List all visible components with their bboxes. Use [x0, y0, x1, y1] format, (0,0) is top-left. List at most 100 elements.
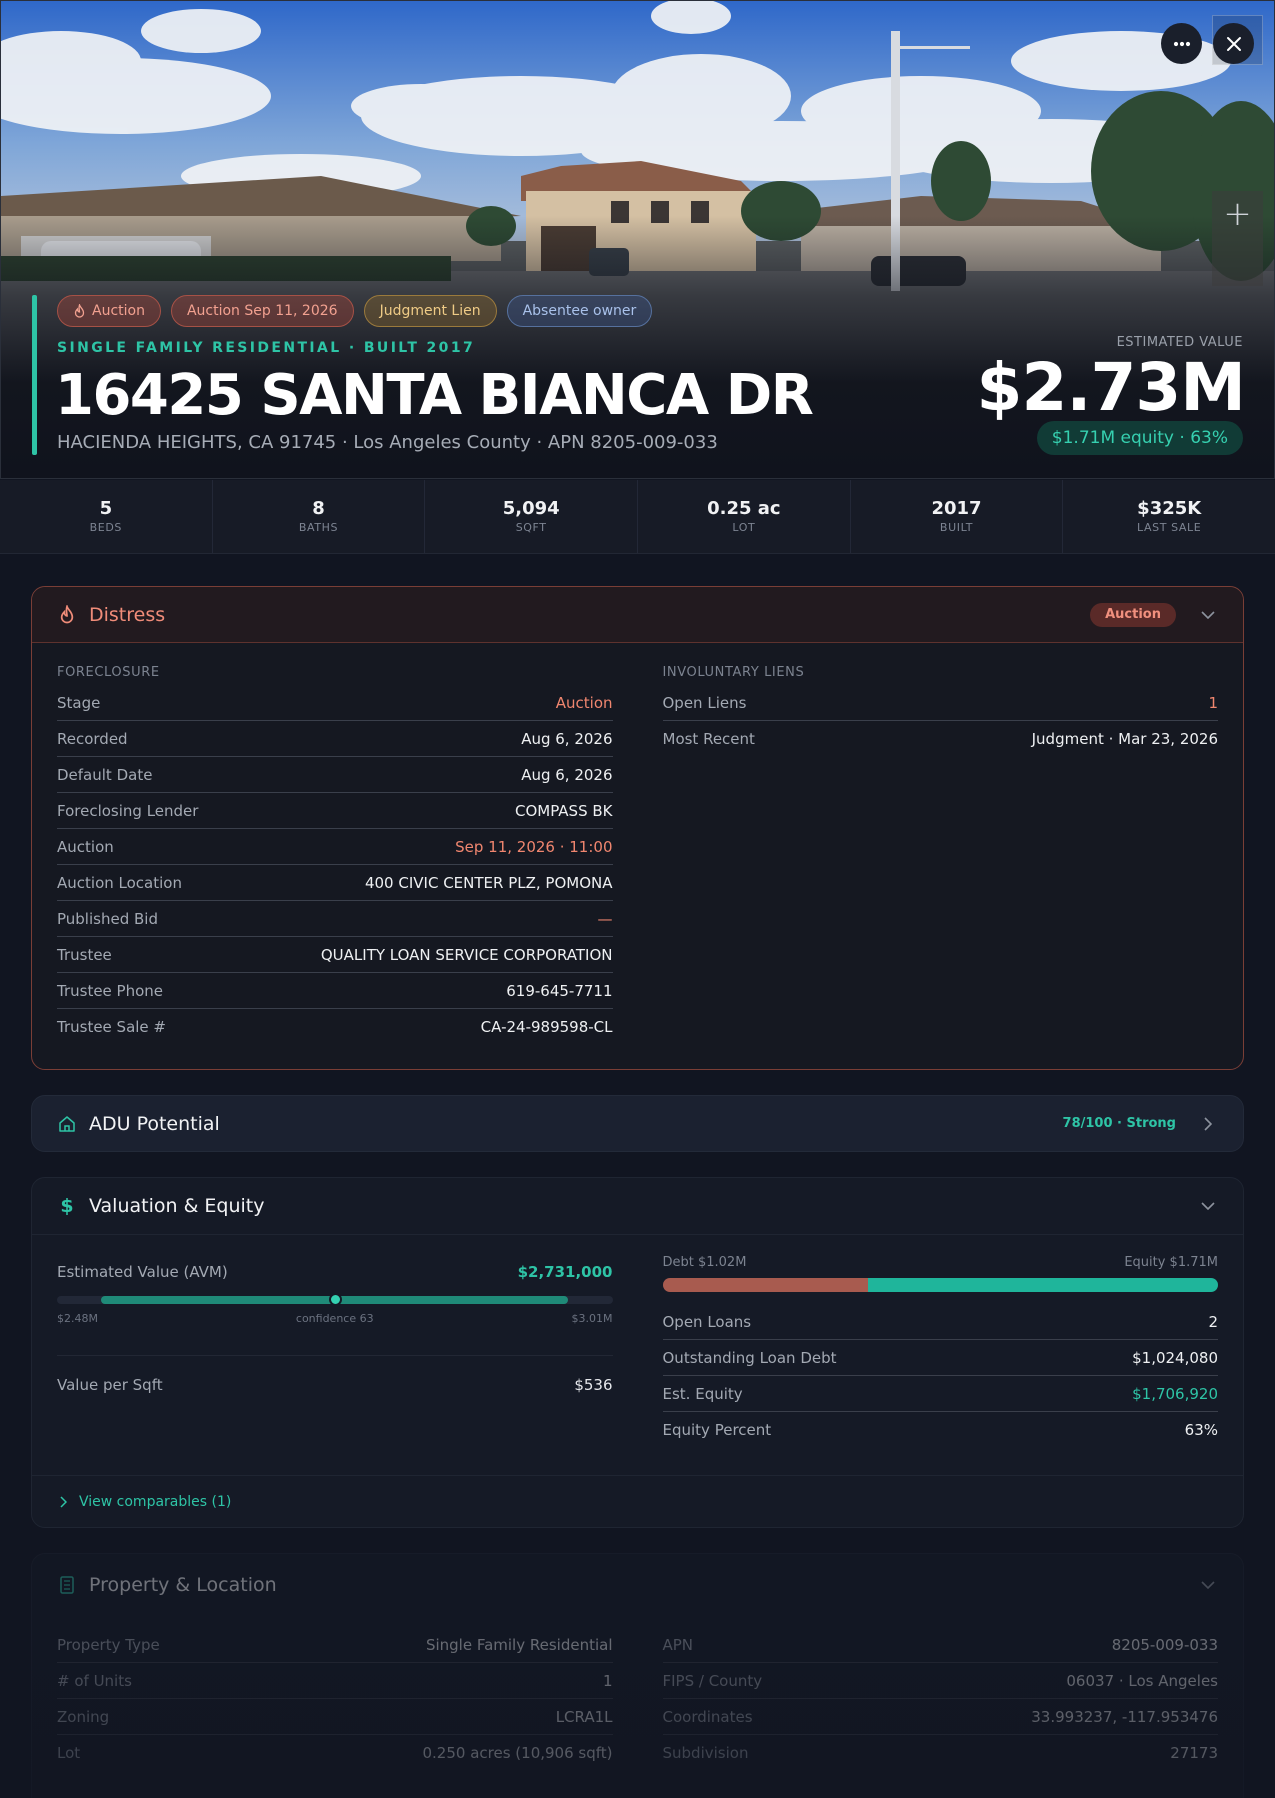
- adu-score: 78/100 · Strong: [1062, 1116, 1176, 1131]
- adu-header[interactable]: ADU Potential 78/100 · Strong: [32, 1096, 1243, 1151]
- row-key: Most Recent: [662, 730, 755, 748]
- valuation-header[interactable]: $ Valuation & Equity: [32, 1178, 1243, 1235]
- valuation-equity-card: $ Valuation & Equity Estimated Value (AV…: [31, 1177, 1244, 1528]
- property-row: Coordinates 33.993237, -117.953476: [662, 1699, 1218, 1735]
- tag-label: Auction Sep 11, 2026: [186, 303, 338, 319]
- foreclosure-row: Auction Location 400 CIVIC CENTER PLZ, PO…: [57, 865, 613, 901]
- chevron-down-icon[interactable]: [1198, 1196, 1218, 1216]
- property-row: Zoning LCRA1L: [57, 1699, 613, 1735]
- confidence-range-bar: [57, 1293, 613, 1306]
- row-key: Subdivision: [662, 1744, 749, 1762]
- property-row: # of Units 1: [57, 1663, 613, 1699]
- stat-value: 5,094: [502, 498, 560, 519]
- property-row: FIPS / County 06037 · Los Angeles: [662, 1663, 1218, 1699]
- distress-card: Distress Auction FORECLOSURE Stage Auctio…: [31, 586, 1244, 1070]
- liens-label: INVOLUNTARY LIENS: [662, 665, 805, 680]
- row-key: Open Loans: [662, 1312, 752, 1331]
- row-value: $536: [574, 1376, 613, 1394]
- foreclosure-section: FORECLOSURE Stage Auction Recorded Aug 6, …: [57, 665, 613, 1045]
- estimated-value-label: ESTIMATED VALUE: [1116, 335, 1243, 350]
- row-value: Sep 11, 2026 · 11:00: [455, 837, 613, 856]
- more-dots-icon: [1173, 41, 1190, 46]
- row-value: 400 CIVIC CENTER PLZ, POMONA: [364, 873, 613, 892]
- row-value: Auction: [555, 693, 613, 712]
- row-key: Value per Sqft: [57, 1376, 163, 1394]
- comparables-label: View comparables (1): [79, 1493, 232, 1510]
- valuation-title: Valuation & Equity: [89, 1195, 265, 1217]
- row-value: 06037 · Los Angeles: [1066, 1671, 1218, 1690]
- foreclosure-row: Foreclosing Lender COMPASS BK: [57, 793, 613, 829]
- adu-potential-card[interactable]: ADU Potential 78/100 · Strong: [31, 1095, 1244, 1152]
- stat-lot: 0.25 ac LOT: [638, 480, 851, 553]
- building-icon: [57, 1575, 77, 1595]
- flame-icon: [74, 304, 85, 318]
- property-row: Lot 0.250 acres (10,906 sqft): [57, 1735, 613, 1771]
- stat-label: BUILT: [939, 521, 974, 534]
- view-comparables-link[interactable]: View comparables (1): [32, 1475, 1243, 1527]
- foreclosure-row: Trustee QUALITY LOAN SERVICE CORPORATION: [57, 937, 613, 973]
- chevron-right-icon[interactable]: [1198, 1114, 1218, 1134]
- dollar-icon: $: [60, 1195, 74, 1217]
- stat-beds: 5 BEDS: [0, 480, 213, 553]
- row-value: Single Family Residential: [425, 1635, 613, 1654]
- row-value: 2: [1208, 1312, 1218, 1331]
- row-key: Stage: [57, 693, 101, 712]
- equity-pill: $1.71M equity · 63%: [1036, 421, 1243, 455]
- property-hero: + Auction Auction Sep 11, 2026 Judgment …: [0, 0, 1275, 479]
- row-value: Aug 6, 2026: [521, 729, 613, 748]
- adu-title: ADU Potential: [89, 1112, 220, 1135]
- row-key: Zoning: [57, 1707, 110, 1726]
- debt-label: Debt $1.02M: [662, 1255, 747, 1270]
- row-value: LCRA1L: [555, 1707, 613, 1726]
- row-value: Aug 6, 2026: [521, 765, 613, 784]
- row-key: # of Units: [57, 1671, 132, 1690]
- chevron-down-icon[interactable]: [1198, 605, 1218, 625]
- status-tags: Auction Auction Sep 11, 2026 Judgment Li…: [57, 295, 653, 327]
- property-header[interactable]: Property & Location: [32, 1554, 1243, 1615]
- stat-value: 8: [312, 498, 325, 519]
- tag-auction[interactable]: Auction: [57, 295, 161, 327]
- close-button[interactable]: [1213, 23, 1254, 64]
- row-key: Auction Location: [57, 873, 182, 892]
- zoom-in-button[interactable]: +: [1212, 191, 1263, 239]
- tag-absentee-owner[interactable]: Absentee owner: [506, 295, 653, 327]
- distress-header[interactable]: Distress Auction: [32, 587, 1243, 643]
- confidence-label: confidence 63: [295, 1312, 374, 1325]
- stat-last-sale: $325K LAST SALE: [1063, 480, 1275, 553]
- range-high: $3.01M: [571, 1312, 613, 1325]
- row-value: 0.250 acres (10,906 sqft): [422, 1744, 613, 1762]
- row-key: Published Bid: [57, 909, 158, 928]
- row-value: 1: [602, 1671, 613, 1690]
- value-per-sqft-row: Value per Sqft $536: [57, 1355, 613, 1394]
- property-subtitle: SINGLE FAMILY RESIDENTIAL · BUILT 2017: [57, 340, 476, 356]
- foreclosure-row: Trustee Phone 619-645-7711: [57, 973, 613, 1009]
- foreclosure-row: Recorded Aug 6, 2026: [57, 721, 613, 757]
- row-key: Property Type: [57, 1635, 160, 1654]
- range-low: $2.48M: [57, 1312, 98, 1325]
- avm-marker: [328, 1293, 342, 1306]
- chevron-down-icon[interactable]: [1198, 1575, 1218, 1595]
- more-options-button[interactable]: [1161, 23, 1202, 64]
- row-value: Judgment · Mar 23, 2026: [1031, 730, 1218, 748]
- distress-status-badge: Auction: [1090, 602, 1176, 627]
- tag-auction-date[interactable]: Auction Sep 11, 2026: [170, 295, 354, 327]
- chevron-right-icon: [60, 1495, 67, 1508]
- foreclosure-row: Default Date Aug 6, 2026: [57, 757, 613, 793]
- flame-icon: [57, 605, 77, 625]
- stat-label: BATHS: [298, 521, 339, 534]
- stat-value: $325K: [1137, 498, 1202, 519]
- row-key: APN: [662, 1635, 694, 1654]
- tag-label: Auction: [92, 303, 145, 319]
- row-value: 619-645-7711: [506, 981, 613, 1000]
- stat-built: 2017 BUILT: [851, 480, 1064, 553]
- valuation-row: Open Loans 2: [662, 1304, 1218, 1340]
- property-address: 16425 SANTA BIANCA DR: [55, 363, 814, 428]
- foreclosure-row: Trustee Sale # CA-24-989598-CL: [57, 1009, 613, 1045]
- tag-judgment-lien[interactable]: Judgment Lien: [363, 295, 497, 327]
- distress-title: Distress: [89, 603, 166, 626]
- row-value: $1,706,920: [1132, 1384, 1218, 1403]
- row-value: QUALITY LOAN SERVICE CORPORATION: [320, 945, 613, 964]
- property-row: Subdivision 27173: [663, 1735, 1219, 1771]
- foreclosure-row: Auction Sep 11, 2026 · 11:00: [57, 829, 613, 865]
- tag-label: Absentee owner: [522, 303, 637, 319]
